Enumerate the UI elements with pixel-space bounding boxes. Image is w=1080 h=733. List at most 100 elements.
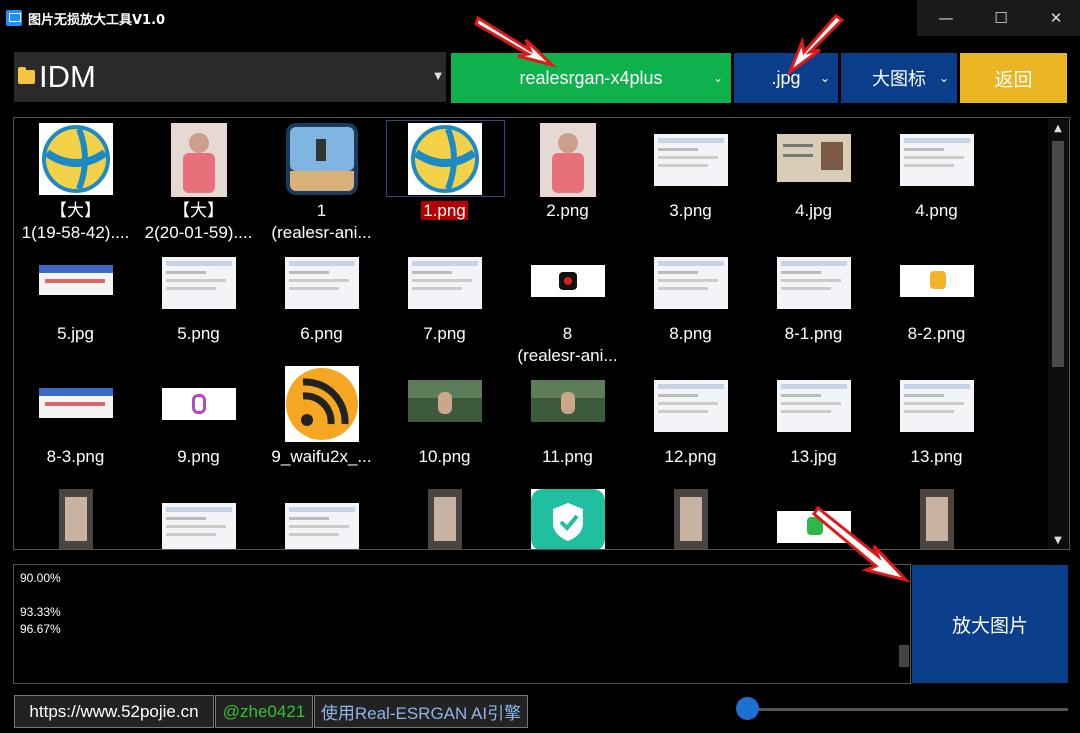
file-item[interactable]: 【大】 1(19-58-42).... — [14, 120, 137, 243]
log-line: 96.67% — [20, 622, 61, 636]
file-item[interactable] — [506, 489, 629, 549]
file-name-line1: 5.jpg — [57, 324, 94, 343]
engine-label: 使用Real-ESRGAN AI引擎 — [314, 695, 528, 728]
file-name-line1: 8-3.png — [46, 447, 105, 466]
file-label: 8-3.png — [14, 446, 137, 468]
file-item[interactable]: 1.png — [383, 120, 506, 243]
file-label: 5.jpg — [14, 323, 137, 345]
progress-log: 90.00% 93.33% 96.67% — [13, 564, 911, 684]
file-name-line1: 7.png — [423, 324, 466, 343]
file-item[interactable] — [14, 489, 137, 549]
scale-slider-track[interactable] — [740, 708, 1068, 711]
window-title: 图片无损放大工具V1.0 — [28, 13, 166, 28]
file-item[interactable]: 6.png — [260, 243, 383, 366]
enlarge-image-button[interactable]: 放大图片 — [912, 565, 1068, 683]
file-name-line2: (realesr-ani... — [517, 346, 618, 365]
file-label: 9.png — [137, 446, 260, 468]
file-name-line1: 9.png — [177, 447, 220, 466]
file-label: 2.png — [506, 200, 629, 222]
file-name-line1: 8.png — [669, 324, 712, 343]
file-name-line1: 10.png — [418, 447, 471, 466]
file-name-line2: (realesr-ani... — [271, 223, 372, 242]
file-item[interactable]: 10.png — [383, 366, 506, 489]
file-item[interactable]: 1 (realesr-ani... — [260, 120, 383, 243]
file-item[interactable] — [383, 489, 506, 549]
file-label: 1.png — [383, 200, 506, 222]
file-item[interactable]: 4.jpg — [752, 120, 875, 243]
file-item[interactable]: 9_waifu2x_... — [260, 366, 383, 489]
log-line: 90.00% — [20, 571, 61, 585]
file-item[interactable]: 8-3.png — [14, 366, 137, 489]
file-item[interactable]: 5.jpg — [14, 243, 137, 366]
file-label: 8-1.png — [752, 323, 875, 345]
file-name-line1: 4.png — [915, 201, 958, 220]
file-item[interactable] — [137, 489, 260, 549]
file-label: 【大】 1(19-58-42).... — [14, 200, 137, 244]
scroll-down-icon[interactable]: ▼ — [1048, 531, 1068, 549]
file-item[interactable]: 8-1.png — [752, 243, 875, 366]
file-item[interactable]: 13.jpg — [752, 366, 875, 489]
minimize-button[interactable]: — — [917, 0, 975, 36]
file-item[interactable]: 4.png — [875, 120, 998, 243]
file-grid[interactable]: ▲ ▼ 【大】 1(19-58-42).... 【大】 2(20-01-59)....… — [13, 117, 1070, 550]
view-label: 大图标 — [872, 69, 926, 89]
file-name-line1: 5.png — [177, 324, 220, 343]
file-name-line1: 9_waifu2x_... — [271, 447, 372, 466]
view-select[interactable]: 大图标 ⌄ — [841, 53, 957, 103]
scroll-thumb[interactable] — [1052, 141, 1064, 367]
log-scrollbar[interactable] — [899, 645, 909, 667]
file-item[interactable]: 8 (realesr-ani... — [506, 243, 629, 366]
annotation-arrow-icon — [474, 15, 558, 68]
back-button[interactable]: 返回 — [960, 53, 1067, 103]
file-name-line1: 1 — [316, 201, 327, 220]
file-item[interactable]: 9.png — [137, 366, 260, 489]
file-item[interactable]: 2.png — [506, 120, 629, 243]
file-label: 7.png — [383, 323, 506, 345]
file-item[interactable] — [629, 489, 752, 549]
maximize-button[interactable]: ☐ — [972, 0, 1030, 36]
file-name-line1: 13.png — [910, 447, 963, 466]
file-label: 11.png — [506, 446, 629, 468]
file-name-line2: 2(20-01-59).... — [144, 223, 253, 242]
file-item[interactable]: 13.png — [875, 366, 998, 489]
grid-scrollbar[interactable]: ▲ ▼ — [1048, 119, 1068, 549]
file-label: 4.png — [875, 200, 998, 222]
file-label: 9_waifu2x_... — [260, 446, 383, 468]
chevron-down-icon: ⌄ — [712, 71, 723, 85]
folder-icon — [18, 67, 35, 84]
file-item[interactable]: 3.png — [629, 120, 752, 243]
file-item[interactable]: 7.png — [383, 243, 506, 366]
scale-slider-knob[interactable] — [736, 697, 759, 720]
file-item[interactable]: 8-2.png — [875, 243, 998, 366]
file-label: 6.png — [260, 323, 383, 345]
file-label: 8 (realesr-ani... — [506, 323, 629, 367]
file-name-line1: 【大】 — [173, 201, 224, 220]
file-label: 10.png — [383, 446, 506, 468]
file-name-line1: 6.png — [300, 324, 343, 343]
folder-select[interactable]: IDM ▼ — [14, 52, 446, 102]
file-name-line1: 8-1.png — [784, 324, 843, 343]
file-item[interactable]: 5.png — [137, 243, 260, 366]
file-label: 【大】 2(20-01-59).... — [137, 200, 260, 244]
file-name-line1: 11.png — [542, 447, 593, 466]
file-name-line1: 【大】 — [50, 201, 101, 220]
scroll-up-icon[interactable]: ▲ — [1048, 119, 1068, 137]
site-link[interactable]: https://www.52pojie.cn — [14, 695, 214, 728]
file-label: 12.png — [629, 446, 752, 468]
file-label: 5.png — [137, 323, 260, 345]
file-item[interactable]: 12.png — [629, 366, 752, 489]
file-label: 1 (realesr-ani... — [260, 200, 383, 244]
file-label: 4.jpg — [752, 200, 875, 222]
annotation-arrow-icon — [812, 505, 911, 583]
folder-name: IDM — [39, 59, 96, 94]
file-name-line1: 4.jpg — [795, 201, 832, 220]
file-item[interactable]: 【大】 2(20-01-59).... — [137, 120, 260, 243]
file-name-line1: 13.jpg — [790, 447, 837, 466]
file-name-line1: 12.png — [664, 447, 717, 466]
author-label: @zhe0421 — [215, 695, 313, 728]
file-item[interactable]: 8.png — [629, 243, 752, 366]
file-name-line1: 8-2.png — [907, 324, 966, 343]
file-item[interactable] — [260, 489, 383, 549]
file-item[interactable]: 11.png — [506, 366, 629, 489]
close-button[interactable]: ✕ — [1027, 0, 1080, 36]
